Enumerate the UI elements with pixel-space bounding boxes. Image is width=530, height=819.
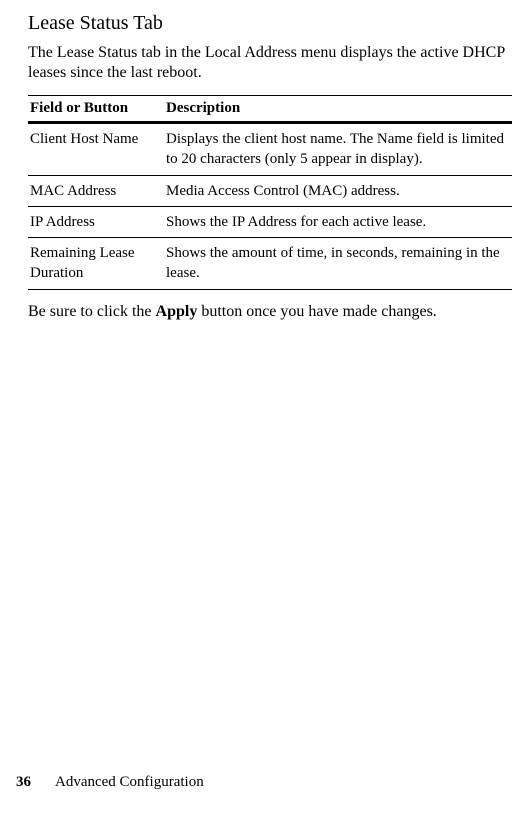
cell-description: Media Access Control (MAC) address. — [164, 175, 512, 206]
page-footer: 36 Advanced Configuration — [16, 774, 204, 791]
table-row: Client Host Name Displays the client hos… — [28, 123, 512, 176]
page-number: 36 — [16, 774, 31, 790]
table-header-row: Field or Button Description — [28, 96, 512, 123]
table-row: MAC Address Media Access Control (MAC) a… — [28, 175, 512, 206]
outro-suffix: button once you have made changes. — [197, 303, 436, 320]
intro-paragraph: The Lease Status tab in the Local Addres… — [28, 43, 512, 83]
header-field: Field or Button — [28, 96, 164, 123]
field-description-table: Field or Button Description Client Host … — [28, 95, 512, 290]
cell-field: Remaining Lease Duration — [28, 238, 164, 290]
table-row: Remaining Lease Duration Shows the amoun… — [28, 238, 512, 290]
cell-description: Displays the client host name. The Name … — [164, 123, 512, 176]
outro-prefix: Be sure to click the — [28, 303, 156, 320]
cell-field: MAC Address — [28, 175, 164, 206]
section-title: Lease Status Tab — [28, 12, 512, 35]
cell-description: Shows the amount of time, in seconds, re… — [164, 238, 512, 290]
outro-bold: Apply — [156, 303, 198, 320]
cell-field: Client Host Name — [28, 123, 164, 176]
cell-description: Shows the IP Address for each active lea… — [164, 206, 512, 237]
chapter-title: Advanced Configuration — [55, 774, 204, 790]
header-description: Description — [164, 96, 512, 123]
table-row: IP Address Shows the IP Address for each… — [28, 206, 512, 237]
cell-field: IP Address — [28, 206, 164, 237]
outro-paragraph: Be sure to click the Apply button once y… — [28, 302, 512, 322]
